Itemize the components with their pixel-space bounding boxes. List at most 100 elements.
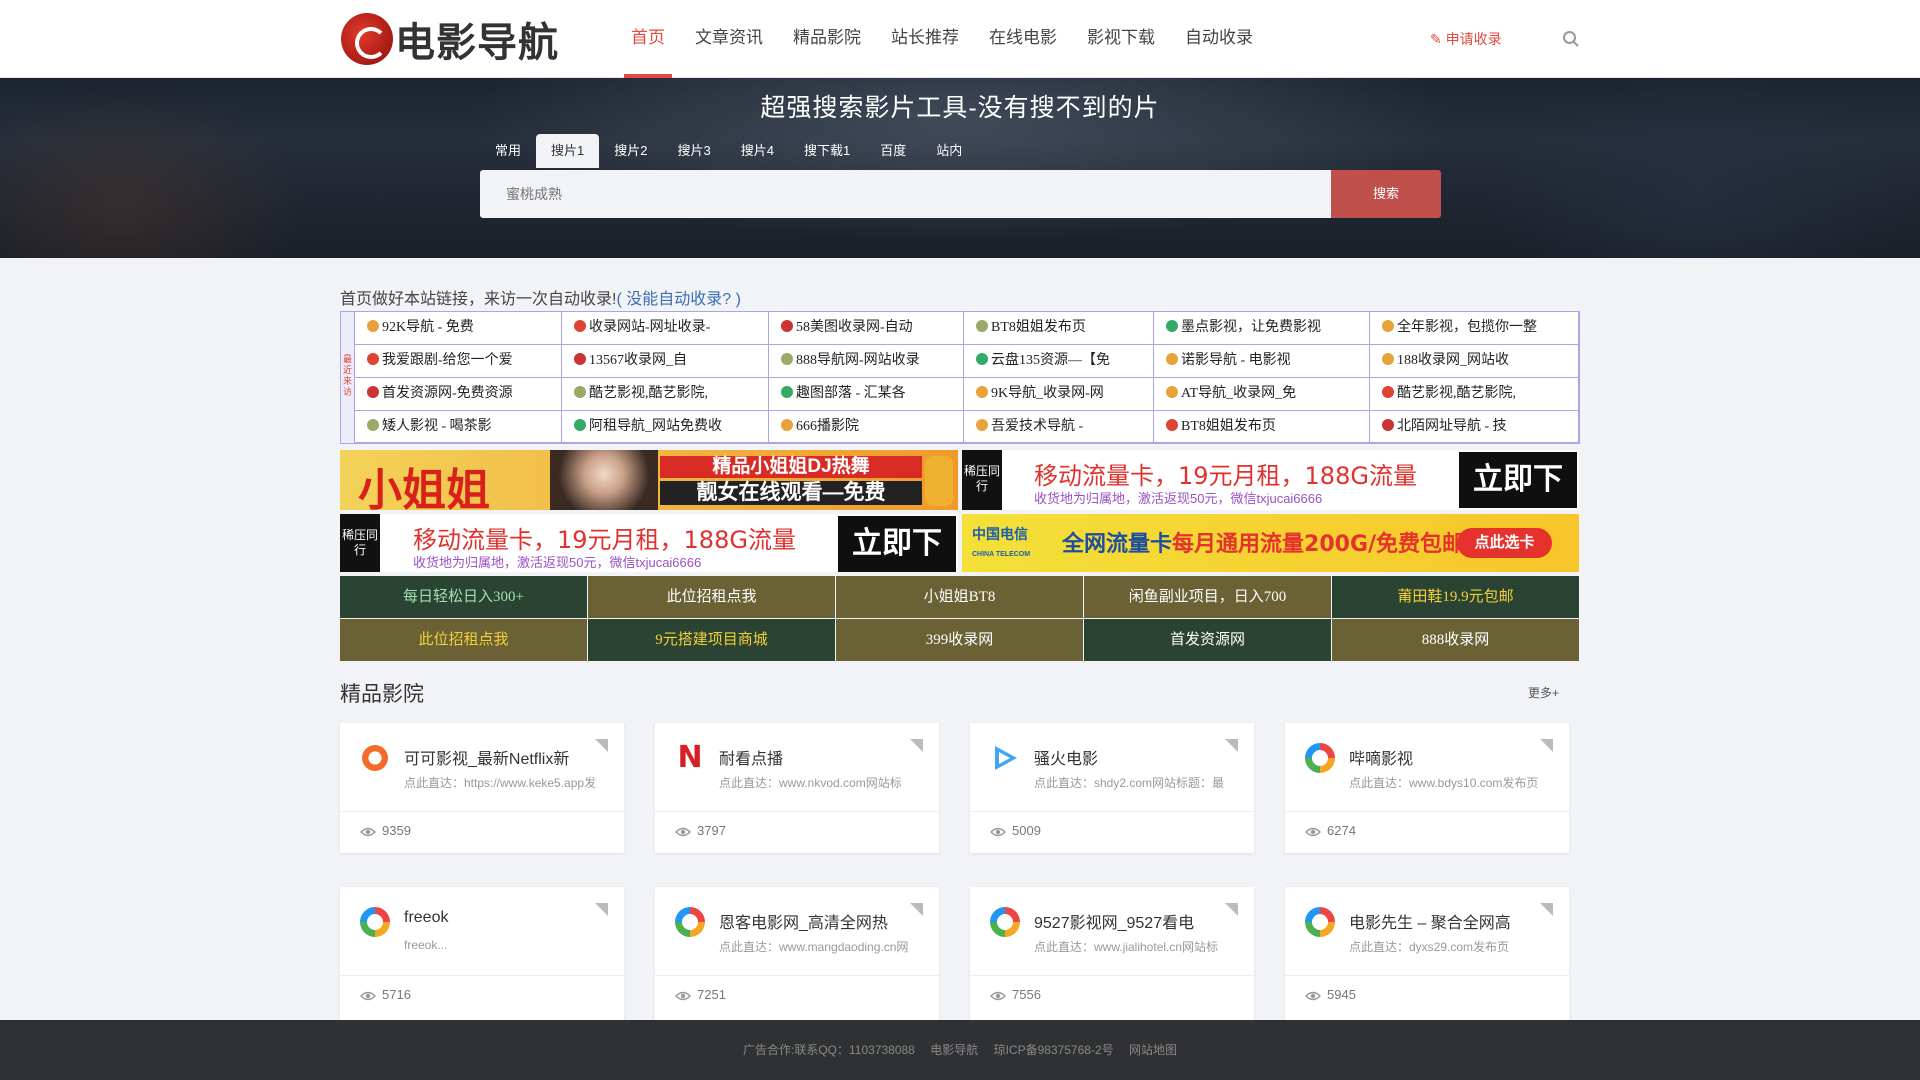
textlink-item[interactable]: 每日轻松日入300+ — [340, 576, 587, 618]
view-count: 3797 — [697, 823, 726, 838]
nav-online-movies[interactable]: 在线电影 — [974, 0, 1072, 78]
recent-visitor-link[interactable]: 趣图部落 - 汇某各 — [769, 378, 964, 411]
tab-site[interactable]: 站内 — [921, 134, 977, 168]
tab-search3[interactable]: 搜片3 — [662, 134, 725, 168]
recent-visitor-link[interactable]: BT8姐姐发布页 — [964, 312, 1154, 345]
footer-sitemap[interactable]: 网站地图 — [1129, 1043, 1177, 1057]
card-divider — [1285, 975, 1569, 976]
textlink-item[interactable]: 此位招租点我 — [340, 619, 587, 661]
search-icon[interactable] — [1562, 30, 1580, 48]
nav-auto-include[interactable]: 自动收录 — [1170, 0, 1268, 78]
ad-banner-sim-2[interactable]: 稀压同行 移动流量卡，19元月租，188G流量 收货地为归属地，激活返现50元，… — [340, 514, 958, 572]
recent-visitor-link[interactable]: 吾爱技术导航 - — [964, 411, 1154, 443]
tab-download1[interactable]: 搜下载1 — [789, 134, 865, 168]
recent-visitor-link[interactable]: 888导航网-网站收录 — [769, 345, 964, 378]
recent-visitor-link[interactable]: 云盘135资源—【免 — [964, 345, 1154, 378]
cinema-card[interactable]: 恩客电影网_高清全网热 点此直达：www.mangdaoding.cn网 7251 — [655, 887, 939, 1020]
recent-visitor-link[interactable]: 矮人影视 - 喝茶影 — [355, 411, 562, 443]
textlink-item[interactable]: 888收录网 — [1332, 619, 1579, 661]
recent-visitor-link[interactable]: 阿租导航_网站免费收 — [562, 411, 769, 443]
nav-recommend[interactable]: 站长推荐 — [876, 0, 974, 78]
eye-icon — [675, 991, 691, 1001]
apply-include-link[interactable]: ✎ 申请收录 — [1430, 29, 1502, 49]
recent-visitor-name: 北陌网址导航 - 技 — [1397, 419, 1507, 434]
site-favicon-icon — [574, 320, 586, 332]
cinema-card[interactable]: 9527影视网_9527看电 点此直达：www.jialihotel.cn网站标 7… — [970, 887, 1254, 1020]
recent-visitor-link[interactable]: 北陌网址导航 - 技 — [1370, 411, 1579, 443]
recent-visitor-name: 酷艺影视,酷艺影院, — [1397, 386, 1516, 401]
recent-visitor-link[interactable]: 188收录网_网站收 — [1370, 345, 1579, 378]
recent-visitor-link[interactable]: 首发资源网-免费资源 — [355, 378, 562, 411]
recent-visitor-name: AT导航_收录网_免 — [1181, 386, 1297, 401]
recent-visitor-link[interactable]: 666播影院 — [769, 411, 964, 443]
recent-visitor-link[interactable]: 92K导航 - 免费 — [355, 312, 562, 345]
tab-search4[interactable]: 搜片4 — [726, 134, 789, 168]
recent-visitor-link[interactable]: 诺影导航 - 电影视 — [1154, 345, 1370, 378]
ad-banner-sim-1[interactable]: 稀压同行 移动流量卡，19元月租，188G流量 收货地为归属地，激活返现50元，… — [962, 450, 1579, 510]
footer-icp[interactable]: 琼ICP备98375768-2号 — [994, 1043, 1114, 1057]
recent-visitor-name: 首发资源网-免费资源 — [382, 386, 513, 401]
cinema-card[interactable]: 骚火电影 点此直达：shdy2.com网站标题：最 5009 — [970, 723, 1254, 853]
recent-visitor-link[interactable]: 13567收录网_自 — [562, 345, 769, 378]
search-button[interactable]: 搜索 — [1331, 170, 1441, 218]
cinema-card[interactable]: 电影先生 – 聚合全网高 点此直达：dyxs29.com发布页 5945 — [1285, 887, 1569, 1020]
site-favicon-icon — [781, 353, 793, 365]
card-title: 骚火电影 — [1034, 751, 1099, 768]
site-favicon-icon — [976, 419, 988, 431]
ad-banner-xiaojiejie[interactable]: 小姐姐 精品小姐姐DJ热舞 靓女在线观看—免费 — [340, 450, 958, 510]
nav-home[interactable]: 首页 — [616, 0, 680, 78]
search-input[interactable] — [480, 170, 1331, 218]
textlink-item[interactable]: 首发资源网 — [1084, 619, 1331, 661]
textlink-item[interactable]: 莆田鞋19.9元包邮 — [1332, 576, 1579, 618]
site-favicon-icon — [574, 353, 586, 365]
recent-visitor-name: 趣图部落 - 汇某各 — [796, 386, 906, 401]
textlink-item[interactable]: 此位招租点我 — [588, 576, 835, 618]
recent-visitor-link[interactable]: AT导航_收录网_免 — [1154, 378, 1370, 411]
tab-common[interactable]: 常用 — [480, 134, 536, 168]
telecom-title-main: 全网流量卡 — [1062, 532, 1173, 557]
cinema-card[interactable]: 哔嘀影视 点此直达：www.bdys10.com发布页 6274 — [1285, 723, 1569, 853]
card-description: 点此直达：shdy2.com网站标题：最 — [1034, 776, 1225, 790]
card-title: 哔嘀影视 — [1349, 751, 1414, 768]
textlink-item[interactable]: 399收录网 — [836, 619, 1083, 661]
more-link[interactable]: 更多+ — [1528, 684, 1559, 701]
view-count: 7556 — [1012, 987, 1041, 1002]
cinema-card[interactable]: freeok freeok... 5716 — [340, 887, 624, 1020]
recent-visitor-link[interactable]: 收录网站-网址收录- — [562, 312, 769, 345]
textlink-item[interactable]: 闲鱼副业项目，日入700 — [1084, 576, 1331, 618]
site-favicon-icon — [781, 320, 793, 332]
cinema-card[interactable]: N 耐看点播 点此直达：www.nkvod.com网站标 3797 — [655, 723, 939, 853]
cinema-card[interactable]: 可可影视_最新Netflix新 点此直达：https://www.keke5.ap… — [340, 723, 624, 853]
ad-banner-telecom[interactable]: 中国电信 CHINA TELECOM 全网流量卡每月通用流量200G/免费包邮 点… — [962, 514, 1579, 572]
view-count: 7251 — [697, 987, 726, 1002]
telecom-logo-en: CHINA TELECOM — [972, 551, 1031, 558]
nav-cinema[interactable]: 精品影院 — [778, 0, 876, 78]
recent-visitor-link[interactable]: 墨点影视，让免费影视 — [1154, 312, 1370, 345]
choose-card-button[interactable]: 点此选卡 — [1457, 528, 1552, 558]
ad-buy-button[interactable]: 立即下单 — [838, 516, 956, 572]
site-logo[interactable]: 电影导航 — [341, 10, 559, 68]
recent-visitor-link[interactable]: 58美图收录网-自动 — [769, 312, 964, 345]
auto-include-text: 首页做好本站链接，来访一次自动收录! — [340, 291, 617, 308]
recent-visitor-link[interactable]: 全年影视，包揽你一整 — [1370, 312, 1579, 345]
textlink-item[interactable]: 小姐姐BT8 — [836, 576, 1083, 618]
tab-search2[interactable]: 搜片2 — [599, 134, 662, 168]
nav-downloads[interactable]: 影视下载 — [1072, 0, 1170, 78]
footer-site-link[interactable]: 电影导航 — [930, 1043, 978, 1057]
tab-baidu[interactable]: 百度 — [865, 134, 921, 168]
recent-visitor-link[interactable]: 我爱跟剧-给您一个爱 — [355, 345, 562, 378]
recent-visitor-link[interactable]: BT8姐姐发布页 — [1154, 411, 1370, 443]
recent-visitor-link[interactable]: 酷艺影视,酷艺影院, — [562, 378, 769, 411]
recent-visitor-link[interactable]: 酷艺影视,酷艺影院, — [1370, 378, 1579, 411]
recent-visitor-name: 矮人影视 - 喝茶影 — [382, 419, 492, 434]
site-favicon-icon — [574, 386, 586, 398]
nav-articles[interactable]: 文章资讯 — [680, 0, 778, 78]
hero-title: 超强搜索影片工具-没有搜不到的片 — [760, 94, 1160, 122]
tab-search1[interactable]: 搜片1 — [536, 134, 600, 168]
textlink-item[interactable]: 9元搭建项目商城 — [588, 619, 835, 661]
recent-visitor-link[interactable]: 9K导航_收录网-网 — [964, 378, 1154, 411]
telecom-title: 全网流量卡每月通用流量200G/免费包邮 — [1062, 526, 1464, 558]
ring-icon — [360, 907, 390, 937]
auto-include-help-link[interactable]: ( 没能自动收录? ) — [616, 291, 740, 308]
ad-buy-button[interactable]: 立即下单 — [1459, 452, 1577, 508]
